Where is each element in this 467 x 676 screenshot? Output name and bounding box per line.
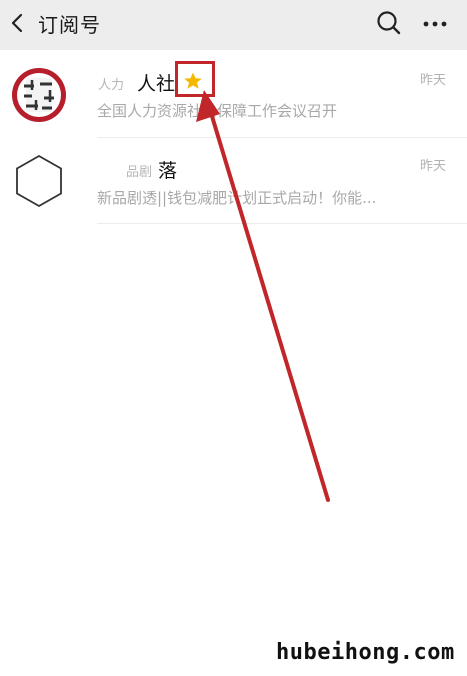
- timestamp: 昨天: [420, 159, 447, 174]
- page-title: 订阅号: [38, 13, 101, 37]
- message-preview: 全国人力资源社会保障工作会议召开: [97, 102, 338, 120]
- watermark-text: hubeihong.com: [276, 640, 455, 665]
- more-horizontal-icon[interactable]: [422, 14, 448, 34]
- list-item[interactable]: 人力 人社 昨天 全国人力资源社会保障工作会议召开: [0, 52, 467, 138]
- avatar: [16, 154, 62, 208]
- account-name-prefix: 人力: [98, 78, 125, 93]
- divider: [97, 223, 467, 224]
- account-name: 落: [158, 160, 178, 182]
- highlight-box: [175, 61, 215, 97]
- account-name-prefix: 品剧: [126, 165, 153, 180]
- message-preview: 新品剧透||钱包减肥计划正式启动！你能...: [97, 189, 377, 207]
- search-icon[interactable]: [375, 9, 403, 37]
- timestamp: 昨天: [420, 73, 447, 88]
- avatar: [12, 68, 66, 122]
- chevron-left-icon[interactable]: [6, 11, 30, 35]
- top-bar: 订阅号: [0, 0, 467, 50]
- list-item[interactable]: 品剧 落 昨天 新品剧透||钱包减肥计划正式启动！你能...: [0, 138, 467, 224]
- account-name: 人社: [137, 73, 176, 95]
